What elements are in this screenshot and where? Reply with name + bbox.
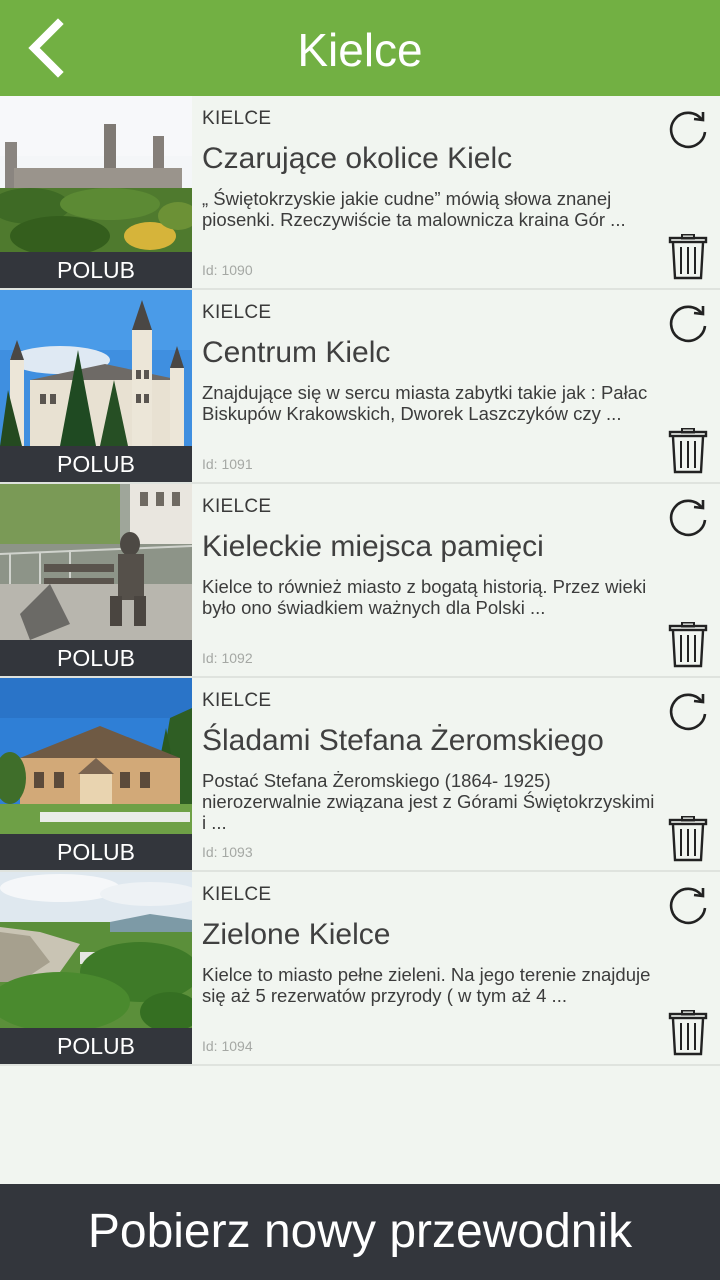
- palace-photo: [0, 290, 192, 446]
- item-description: „ Świętokrzyskie jakie cudne” mówią słow…: [202, 188, 626, 230]
- item-title[interactable]: Kieleckie miejsca pamięci: [202, 530, 652, 564]
- page-title: Kielce: [297, 24, 423, 76]
- refresh-icon[interactable]: [666, 886, 710, 930]
- item-description: Znajdujące się w sercu miasta zabytki ta…: [202, 382, 648, 424]
- trash-icon[interactable]: [668, 1010, 708, 1056]
- list-item[interactable]: POLUB KIELCE Śladami Stefana Żeromskiego…: [0, 678, 720, 872]
- trash-icon[interactable]: [668, 428, 708, 474]
- refresh-icon[interactable]: [666, 692, 710, 736]
- item-thumbnail[interactable]: POLUB: [0, 96, 192, 288]
- monument-photo: [0, 484, 192, 640]
- item-description: Kielce to również miasto z bogatą histor…: [202, 576, 647, 618]
- item-id: Id: 1094: [202, 1038, 253, 1054]
- item-title[interactable]: Śladami Stefana Żeromskiego: [202, 724, 652, 758]
- chevron-left-icon: [28, 18, 64, 78]
- list-item[interactable]: POLUB KIELCE Zielone Kielce Kielce to mi…: [0, 872, 720, 1066]
- green-landscape-photo: [0, 872, 192, 1028]
- castle-ruins-photo: [0, 96, 192, 252]
- download-new-guide-button[interactable]: Pobierz nowy przewodnik: [0, 1184, 720, 1280]
- trash-icon[interactable]: [668, 816, 708, 862]
- item-city: KIELCE: [202, 690, 272, 711]
- item-city: KIELCE: [202, 884, 272, 905]
- like-button[interactable]: POLUB: [0, 640, 192, 676]
- item-title[interactable]: Zielone Kielce: [202, 918, 652, 952]
- item-description: Postać Stefana Żeromskiego (1864- 1925) …: [202, 770, 655, 833]
- item-id: Id: 1090: [202, 262, 253, 278]
- guide-list: POLUB KIELCE Czarujące okolice Kielc „ Ś…: [0, 96, 720, 1066]
- item-thumbnail[interactable]: POLUB: [0, 484, 192, 676]
- item-city: KIELCE: [202, 496, 272, 517]
- trash-icon[interactable]: [668, 234, 708, 280]
- like-button[interactable]: POLUB: [0, 252, 192, 288]
- list-item[interactable]: POLUB KIELCE Centrum Kielc Znajdujące si…: [0, 290, 720, 484]
- item-id: Id: 1092: [202, 650, 253, 666]
- item-thumbnail[interactable]: POLUB: [0, 290, 192, 482]
- top-bar: Kielce: [0, 0, 720, 96]
- like-button[interactable]: POLUB: [0, 446, 192, 482]
- trash-icon[interactable]: [668, 622, 708, 668]
- item-thumbnail[interactable]: POLUB: [0, 678, 192, 870]
- refresh-icon[interactable]: [666, 498, 710, 542]
- item-id: Id: 1091: [202, 456, 253, 472]
- item-thumbnail[interactable]: POLUB: [0, 872, 192, 1064]
- list-item[interactable]: POLUB KIELCE Czarujące okolice Kielc „ Ś…: [0, 96, 720, 290]
- like-button[interactable]: POLUB: [0, 1028, 192, 1064]
- refresh-icon[interactable]: [666, 110, 710, 154]
- back-button[interactable]: [18, 18, 78, 78]
- refresh-icon[interactable]: [666, 304, 710, 348]
- item-city: KIELCE: [202, 302, 272, 323]
- list-item[interactable]: POLUB KIELCE Kieleckie miejsca pamięci K…: [0, 484, 720, 678]
- item-id: Id: 1093: [202, 844, 253, 860]
- like-button[interactable]: POLUB: [0, 834, 192, 870]
- item-description: Kielce to miasto pełne zieleni. Na jego …: [202, 964, 651, 1006]
- manor-house-photo: [0, 678, 192, 834]
- item-title[interactable]: Centrum Kielc: [202, 336, 652, 370]
- item-city: KIELCE: [202, 108, 272, 129]
- item-title[interactable]: Czarujące okolice Kielc: [202, 142, 652, 176]
